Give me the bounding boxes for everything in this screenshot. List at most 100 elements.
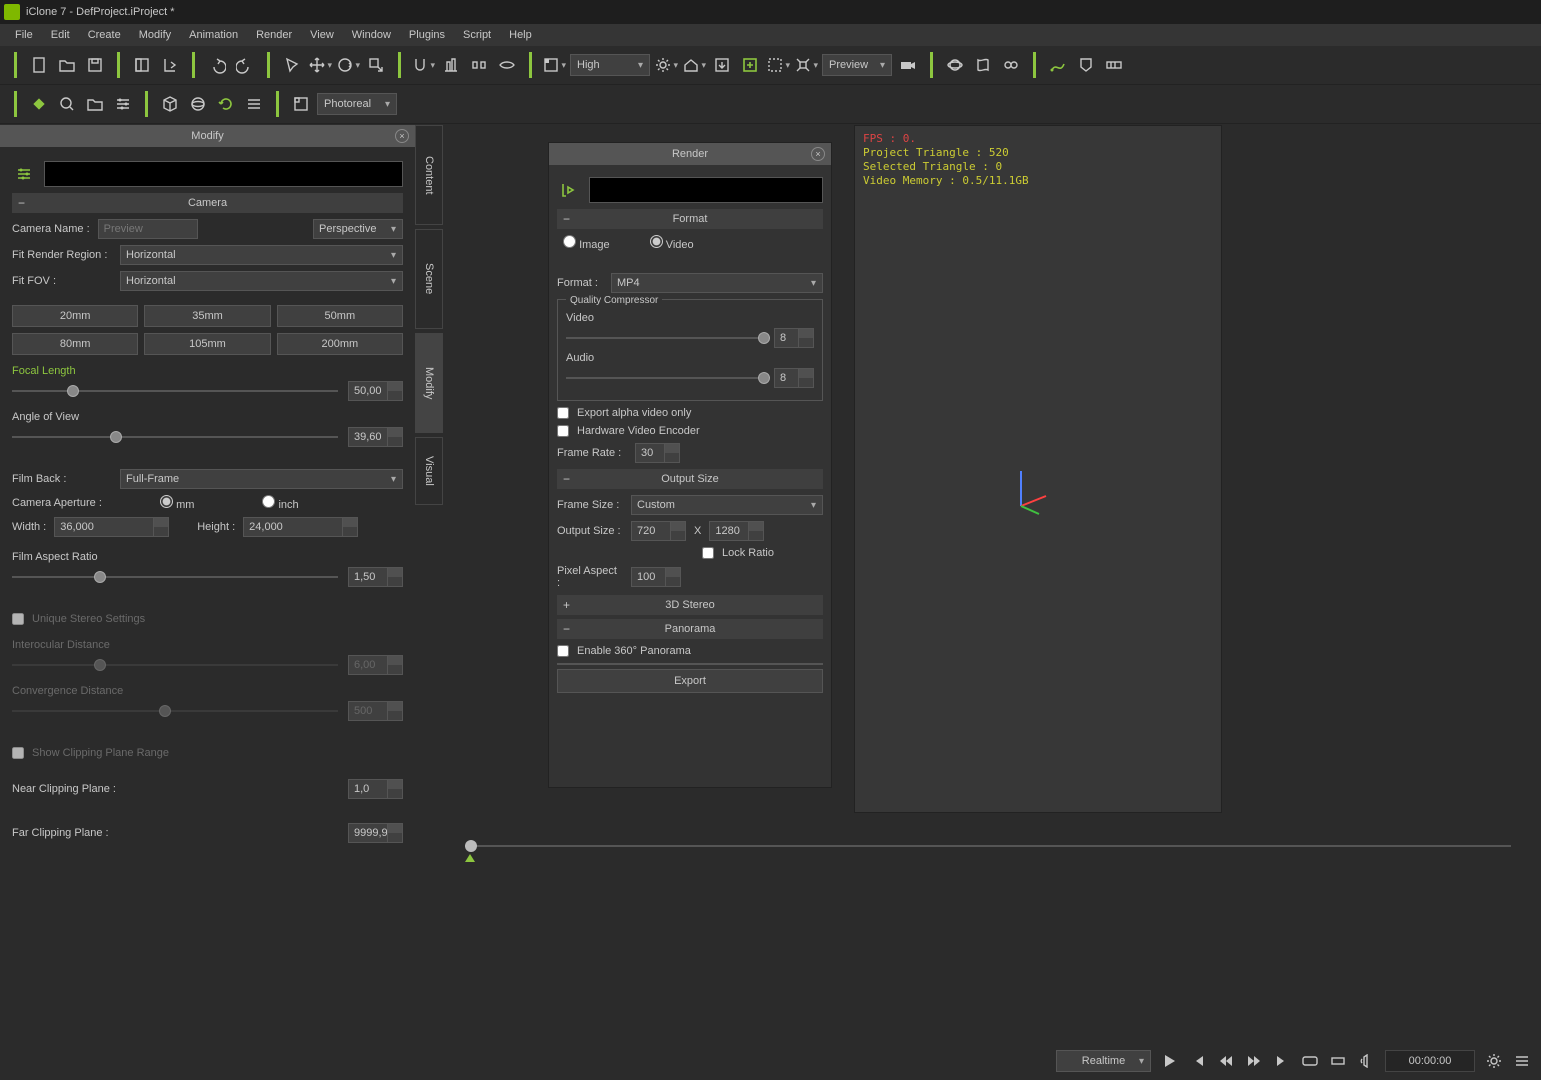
tab-modify[interactable]: Modify [415,333,443,433]
preset-200mm[interactable]: 200mm [277,333,403,355]
timeline-thumb[interactable] [465,840,477,852]
preset-105mm[interactable]: 105mm [144,333,270,355]
rewind-icon[interactable] [1217,1052,1235,1070]
settings-icon[interactable] [111,92,135,116]
constraint-icon[interactable] [999,53,1023,77]
grid-icon[interactable] [289,92,313,116]
loop-icon[interactable] [1301,1052,1319,1070]
menu-render[interactable]: Render [247,29,301,41]
menu-animation[interactable]: Animation [180,29,247,41]
scale-icon[interactable] [364,53,388,77]
frame-all-icon[interactable] [710,53,734,77]
timeline-icon[interactable] [1102,53,1126,77]
undo-icon[interactable] [205,53,229,77]
tab-content[interactable]: Content [415,125,443,225]
projection-dropdown[interactable]: Perspective [313,219,403,239]
new-icon[interactable] [27,53,51,77]
video-radio[interactable]: Video [650,235,694,251]
home-icon[interactable] [682,53,706,77]
menu-edit[interactable]: Edit [42,29,79,41]
aov-slider[interactable] [12,436,338,438]
format-header[interactable]: −Format [557,209,823,229]
light-icon[interactable] [654,53,678,77]
zoom-icon[interactable] [55,92,79,116]
redo-icon[interactable] [233,53,257,77]
aspect-value[interactable]: 1,50▴▾ [348,567,403,587]
far-clip-value[interactable]: 9999,9▴▾ [348,823,403,843]
close-icon[interactable]: × [395,129,409,143]
tab-scene[interactable]: Scene [415,229,443,329]
motion-path-icon[interactable] [1046,53,1070,77]
preset-80mm[interactable]: 80mm [12,333,138,355]
stereo-header[interactable]: +3D Stereo [557,595,823,615]
export-alpha-checkbox[interactable]: Export alpha video only [557,407,823,419]
list-icon[interactable] [1513,1052,1531,1070]
physics-icon[interactable] [943,53,967,77]
timecode-display[interactable]: 00:00:00 [1385,1050,1475,1072]
rotate-icon[interactable] [336,53,360,77]
playback-mode-dropdown[interactable]: Realtime [1056,1050,1151,1072]
preset-20mm[interactable]: 20mm [12,305,138,327]
content-manager-icon[interactable] [130,53,154,77]
preset-50mm[interactable]: 50mm [277,305,403,327]
menu-view[interactable]: View [301,29,343,41]
image-radio[interactable]: Image [563,235,610,251]
preview-dropdown[interactable]: Preview [822,54,892,76]
export-button[interactable]: Export [557,669,823,693]
diamond-icon[interactable] [27,92,51,116]
softcloth-icon[interactable] [971,53,995,77]
aov-value[interactable]: 39,60▴▾ [348,427,403,447]
marker-icon[interactable] [1074,53,1098,77]
hw-encoder-checkbox[interactable]: Hardware Video Encoder [557,425,823,437]
menu-window[interactable]: Window [343,29,400,41]
audio-icon[interactable] [1357,1052,1375,1070]
move-icon[interactable] [308,53,332,77]
search-input[interactable] [44,161,403,187]
unit-mm-radio[interactable]: mm [160,495,194,511]
distribute-icon[interactable] [467,53,491,77]
audio-q-value[interactable]: 8▴▾ [774,368,814,388]
audio-q-slider[interactable] [566,377,764,379]
open-icon[interactable] [55,53,79,77]
fit-region-dropdown[interactable]: Horizontal [120,245,403,265]
output-w[interactable]: 720▴▾ [631,521,686,541]
folder-check-icon[interactable] [83,92,107,116]
axis-gizmo[interactable] [1001,466,1051,516]
aspect-slider[interactable] [12,576,338,578]
menu-script[interactable]: Script [454,29,500,41]
skip-end-icon[interactable] [1273,1052,1291,1070]
menu-help[interactable]: Help [500,29,541,41]
frame-selected-icon[interactable] [738,53,762,77]
output-h[interactable]: 1280▴▾ [709,521,764,541]
skip-start-icon[interactable] [1189,1052,1207,1070]
render-export-icon[interactable] [557,178,581,202]
menu-plugins[interactable]: Plugins [400,29,454,41]
viewport-layout-icon[interactable] [542,53,566,77]
camera-icon[interactable] [896,53,920,77]
tab-visual[interactable]: Visual [415,437,443,505]
menu-create[interactable]: Create [79,29,130,41]
focal-value[interactable]: 50,00▴▾ [348,381,403,401]
save-icon[interactable] [83,53,107,77]
preset-35mm[interactable]: 35mm [144,305,270,327]
output-size-header[interactable]: −Output Size [557,469,823,489]
snap-icon[interactable] [411,53,435,77]
sphere-icon[interactable] [186,92,210,116]
range-icon[interactable] [1329,1052,1347,1070]
look-at-icon[interactable] [495,53,519,77]
refresh-icon[interactable] [214,92,238,116]
video-q-slider[interactable] [566,337,764,339]
select-icon[interactable] [280,53,304,77]
quality-dropdown[interactable]: High [570,54,650,76]
panorama-header[interactable]: −Panorama [557,619,823,639]
filter-icon[interactable] [12,162,36,186]
focal-slider[interactable] [12,390,338,392]
width-field[interactable]: 36,000▴▾ [54,517,169,537]
gizmo-icon[interactable] [794,53,818,77]
settings-gear-icon[interactable] [1485,1052,1503,1070]
unit-inch-radio[interactable]: inch [262,495,298,511]
frame-rate-value[interactable]: 30▴▾ [635,443,680,463]
video-q-value[interactable]: 8▴▾ [774,328,814,348]
frame-size-dropdown[interactable]: Custom [631,495,823,515]
enable-panorama-checkbox[interactable]: Enable 360° Panorama [557,645,823,657]
